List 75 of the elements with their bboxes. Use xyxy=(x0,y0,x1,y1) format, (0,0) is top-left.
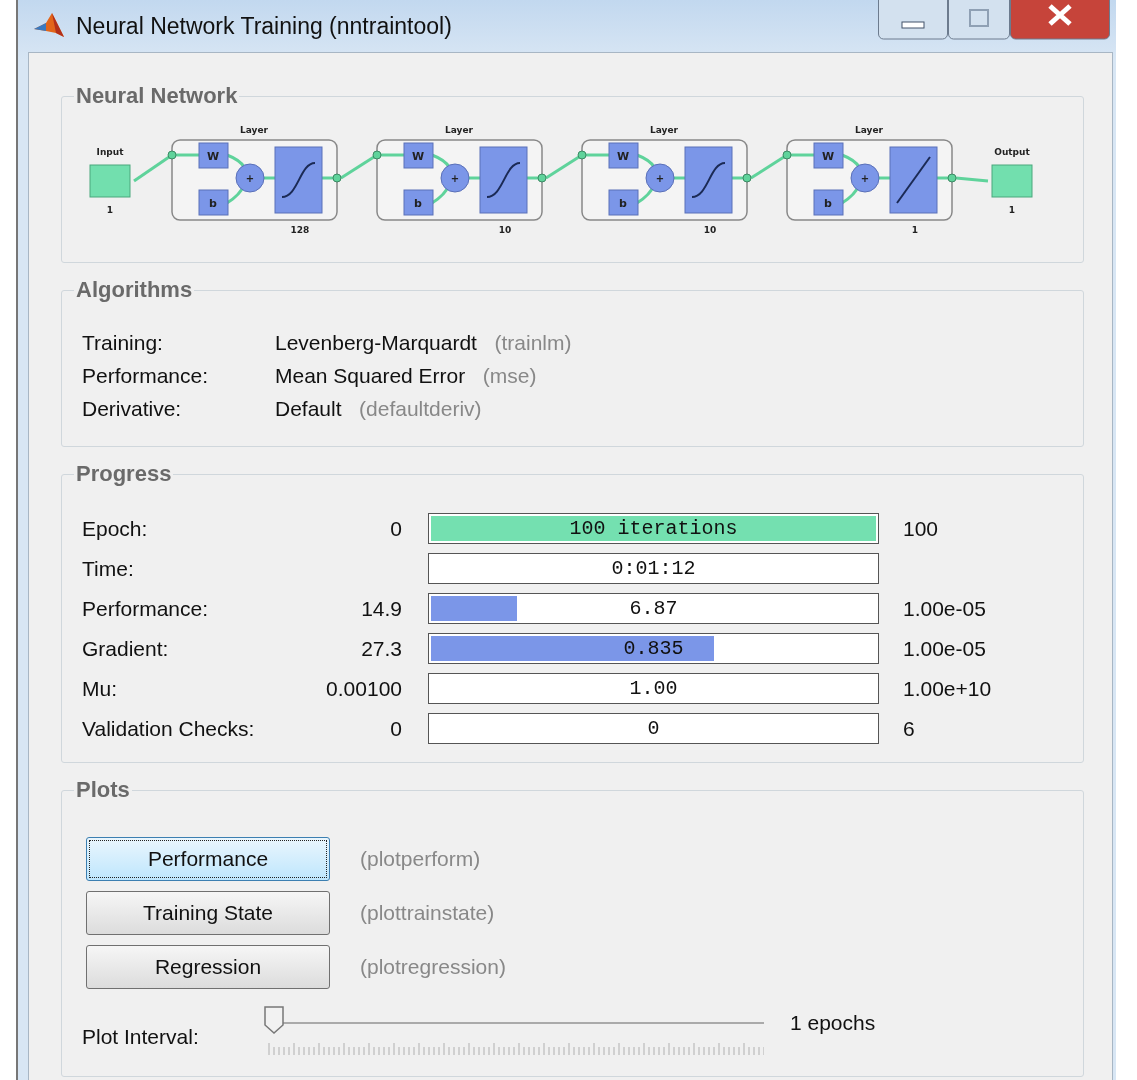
algorithm-label: Training: xyxy=(82,331,164,355)
weight-label: W xyxy=(411,150,425,163)
function-name: (plotperform) xyxy=(360,847,482,871)
progress-label: Time: xyxy=(82,556,135,581)
progress-reading: 0 xyxy=(646,716,661,742)
weight-label: W xyxy=(616,150,630,163)
sum-sign: + xyxy=(655,173,665,184)
function-name: (trainlm) xyxy=(494,331,572,354)
progress-reading: 100 iterations xyxy=(568,516,739,542)
output-label: Output xyxy=(994,147,1030,157)
progress-label: Performance: xyxy=(82,596,210,621)
sum-sign: + xyxy=(245,173,255,184)
output-size: 1 xyxy=(1008,205,1016,215)
weight-label: W xyxy=(821,150,835,163)
progress-reading: 6.87 xyxy=(628,596,679,622)
algorithm-name: Mean Squared Error xyxy=(275,364,466,387)
function-name: (defaultderiv) xyxy=(359,397,482,420)
minimize-icon[interactable] xyxy=(878,0,948,40)
target-value: 6 xyxy=(903,716,916,741)
neuron-count: 128 xyxy=(290,225,310,235)
neuron-count: 10 xyxy=(703,225,717,235)
target-value: 1.00e-05 xyxy=(903,596,987,621)
start-value: 14.9 xyxy=(360,596,403,621)
group-title: Neural Network xyxy=(76,83,238,108)
slider-label: Plot Interval: xyxy=(82,1024,200,1049)
plot-button[interactable]: Performance xyxy=(86,837,330,881)
progress-reading: 0:01:12 xyxy=(610,556,697,582)
window-title: Neural Network Training (nntraintool) xyxy=(76,12,452,40)
close-icon[interactable] xyxy=(1010,0,1110,40)
function-name: (plottrainstate) xyxy=(360,901,496,925)
progress-reading: 0.835 xyxy=(622,636,685,662)
target-value: 1.00e-05 xyxy=(903,636,987,661)
interval-value: 1 epochs xyxy=(790,1010,876,1035)
progress-label: Epoch: xyxy=(82,516,149,541)
function-name: (mse) xyxy=(482,364,537,387)
layer-title: Layer xyxy=(445,125,473,135)
sum-sign: + xyxy=(450,173,460,184)
bias-label: b xyxy=(414,197,422,210)
neuron-count: 10 xyxy=(498,225,512,235)
start-value: 27.3 xyxy=(360,636,403,661)
interval-slider[interactable] xyxy=(264,1005,764,1057)
bias-label: b xyxy=(824,197,832,210)
output-node xyxy=(991,164,1033,198)
algorithm-label: Derivative: xyxy=(82,397,183,421)
plot-button[interactable]: Regression xyxy=(86,945,330,989)
progress-label: Mu: xyxy=(82,676,118,701)
layer-title: Layer xyxy=(240,125,268,135)
progress-label: Validation Checks: xyxy=(82,716,256,741)
progress-label: Gradient: xyxy=(82,636,170,661)
input-node xyxy=(89,164,131,198)
layer-title: Layer xyxy=(650,125,678,135)
group-title: Plots xyxy=(76,777,130,802)
group-title: Algorithms xyxy=(76,277,193,302)
progress-reading: 1.00 xyxy=(628,676,679,702)
input-size: 1 xyxy=(106,205,114,215)
algorithm-name: Levenberg-Marquardt xyxy=(275,331,477,354)
target-value: 1.00e+10 xyxy=(903,676,993,701)
group-title: Progress xyxy=(76,461,172,486)
neuron-count: 1 xyxy=(911,225,919,235)
weight-label: W xyxy=(206,150,220,163)
bias-label: b xyxy=(209,197,217,210)
start-value: 0 xyxy=(389,516,403,541)
target-value: 100 xyxy=(903,516,940,541)
algorithm-name: Default xyxy=(275,397,342,420)
slider-thumb[interactable] xyxy=(263,1005,285,1035)
start-value: 0 xyxy=(389,716,403,741)
bias-label: b xyxy=(619,197,627,210)
maximize-icon[interactable] xyxy=(948,0,1010,40)
algorithm-label: Performance: xyxy=(82,364,210,388)
sum-sign: + xyxy=(860,173,870,184)
start-value: 0.00100 xyxy=(325,676,403,701)
plot-button[interactable]: Training State xyxy=(86,891,330,935)
layer-title: Layer xyxy=(855,125,883,135)
input-label: Input xyxy=(96,147,124,157)
function-name: (plotregression) xyxy=(360,955,507,979)
